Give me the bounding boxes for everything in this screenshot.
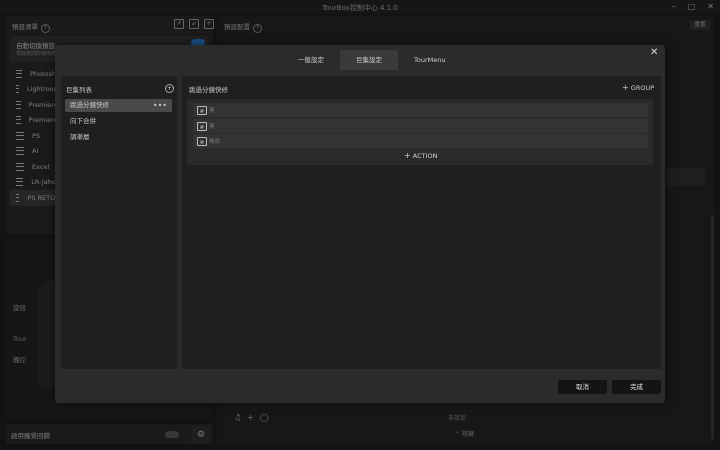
macro-item-label: 跳過分鏡快修 xyxy=(70,101,109,109)
tab-1[interactable]: 巨集設定 xyxy=(340,50,398,70)
keyboard-icon: ▦ xyxy=(197,106,207,115)
plus-icon: + xyxy=(622,83,629,92)
close-dialog-icon[interactable]: ✕ xyxy=(650,47,658,58)
action-row[interactable]: ▦ 無效 xyxy=(193,134,648,148)
add-action-button[interactable]: + ACTION xyxy=(404,151,438,160)
action-row-label: 無 xyxy=(209,108,215,114)
more-options-icon[interactable]: ••• xyxy=(153,99,167,112)
macro-item[interactable]: 調漸層 xyxy=(65,131,172,144)
macro-item[interactable]: 跳過分鏡快修 ••• xyxy=(65,99,172,112)
action-row[interactable]: ▦ 無 xyxy=(193,118,648,133)
tab-0[interactable]: 一般設定 xyxy=(282,50,340,70)
macro-editor-title: 跳過分鏡快修 xyxy=(189,86,228,94)
macro-item-label: 向下合併 xyxy=(70,117,96,125)
action-row-label: 無效 xyxy=(209,139,221,145)
action-label: ACTION xyxy=(412,152,438,160)
keyboard-icon: ▦ xyxy=(197,121,207,131)
macro-list-title: 巨集列表 xyxy=(66,86,92,94)
plus-icon: + xyxy=(404,151,411,160)
done-button[interactable]: 完成 xyxy=(612,380,661,394)
keyboard-icon: ▦ xyxy=(197,137,207,146)
action-row-label: 無 xyxy=(209,123,215,130)
macro-item[interactable]: 向下合併 xyxy=(65,115,172,128)
add-group-button[interactable]: + GROUP xyxy=(622,83,654,92)
macro-item-label: 調漸層 xyxy=(70,133,90,141)
settings-tabs: 一般設定 巨集設定 TourMenu xyxy=(282,50,461,70)
add-macro-icon[interactable]: + xyxy=(165,84,174,93)
action-row[interactable]: ▦ 無 xyxy=(193,103,648,117)
group-label: GROUP xyxy=(630,84,655,92)
cancel-button[interactable]: 取消 xyxy=(558,380,607,394)
tab-2[interactable]: TourMenu xyxy=(398,50,461,70)
